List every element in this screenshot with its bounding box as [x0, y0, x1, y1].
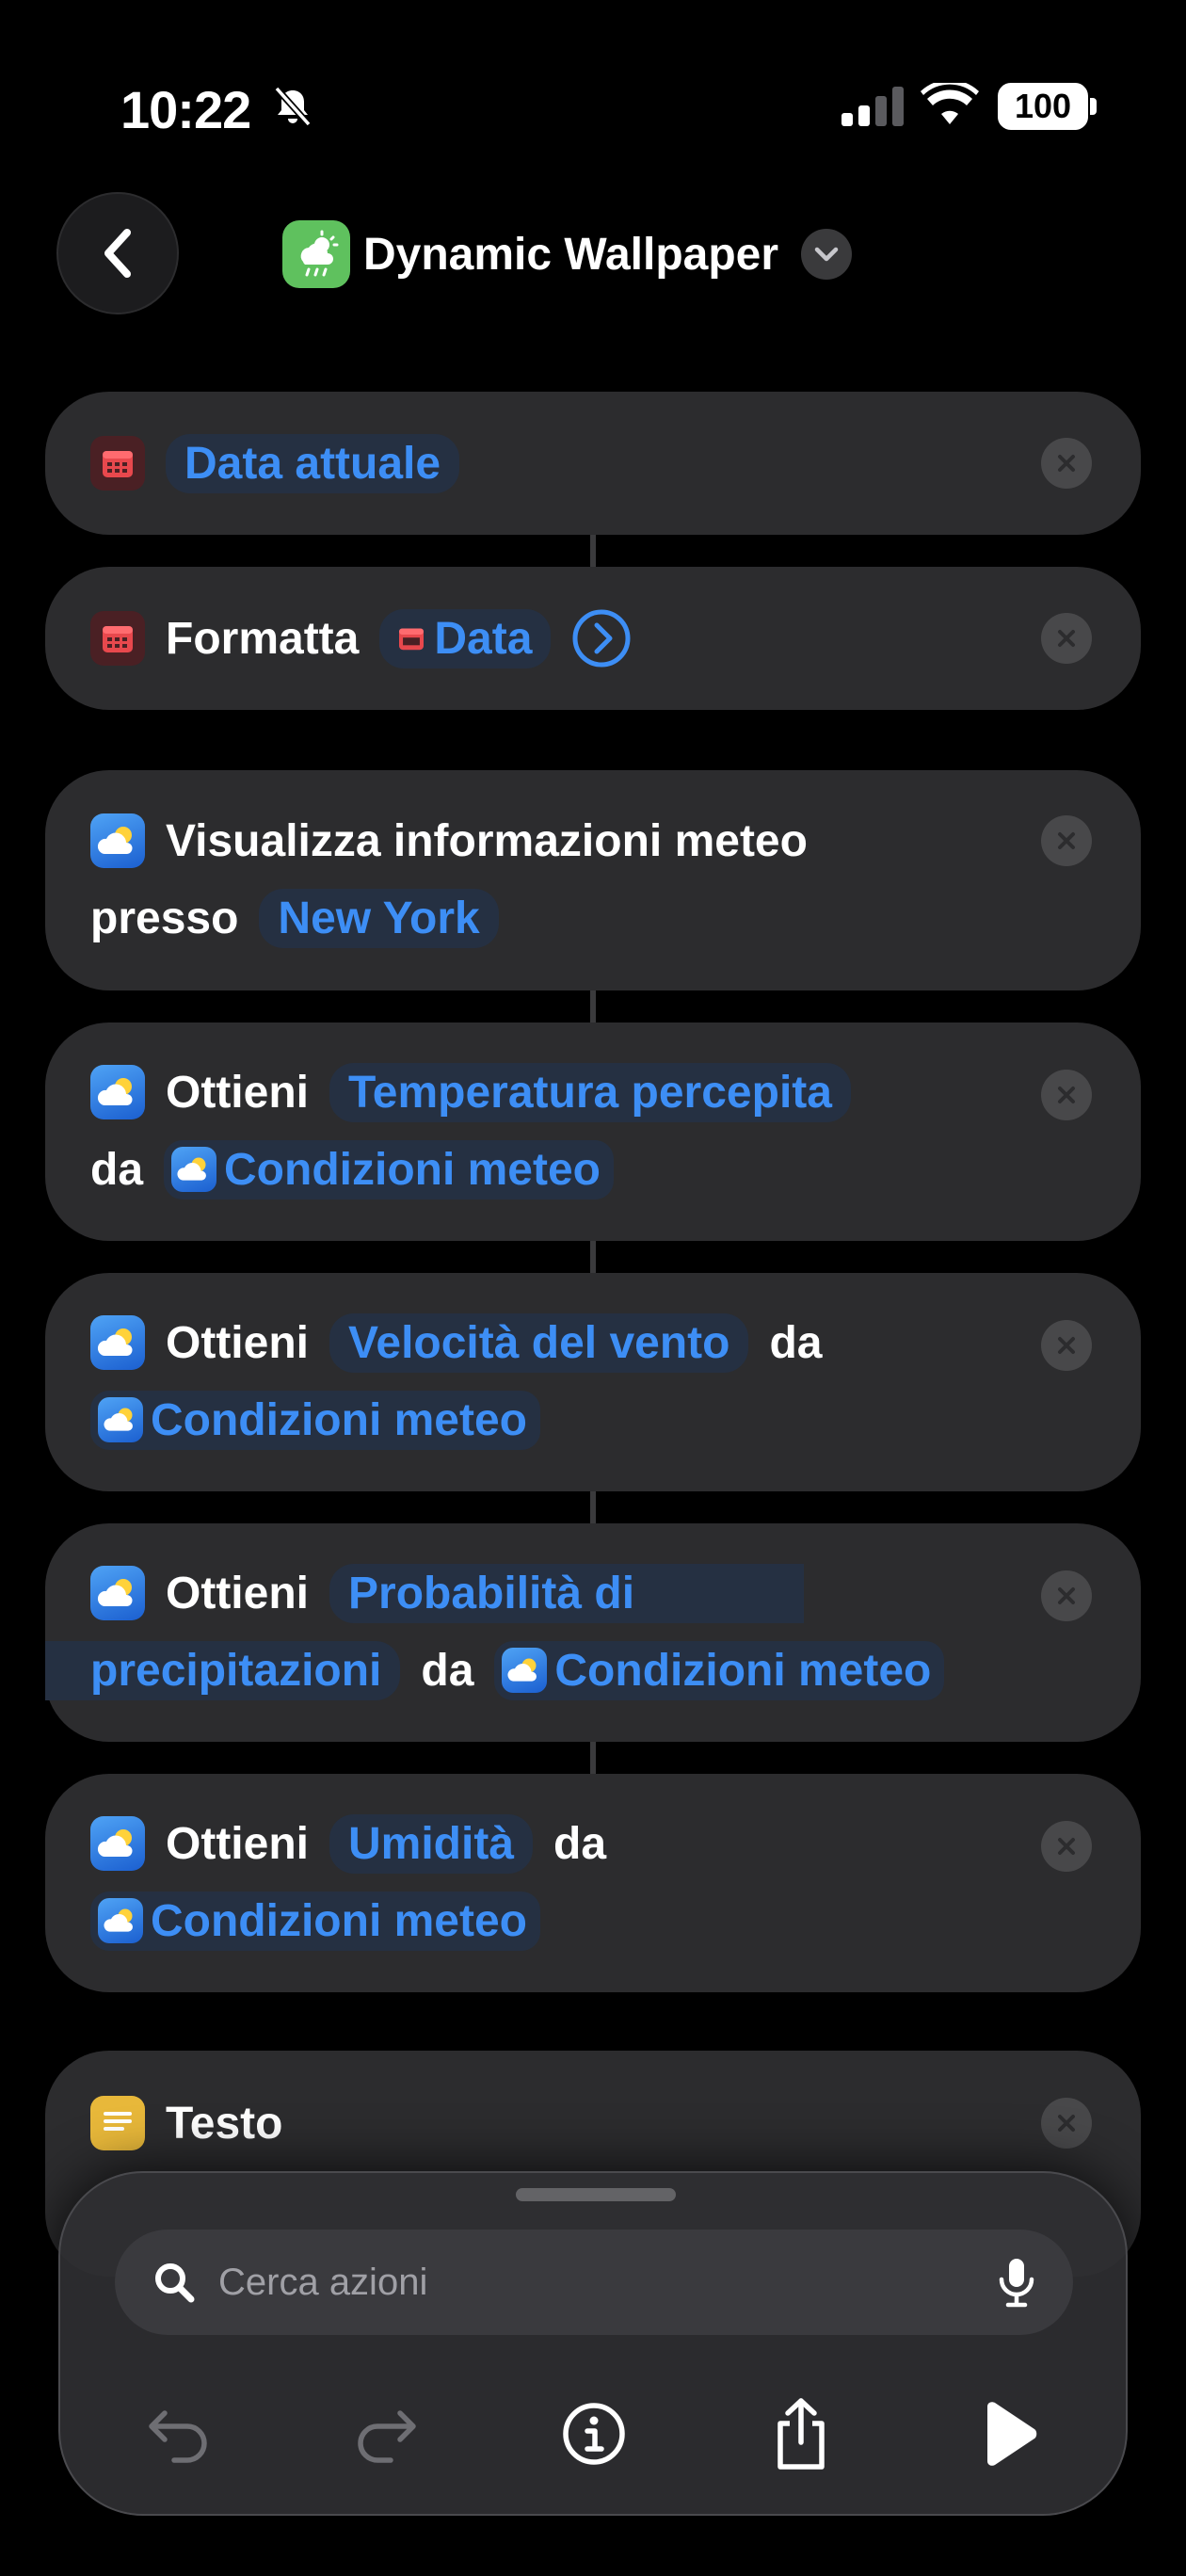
weather-conditions-token[interactable]: Condizioni meteo	[90, 1891, 540, 1951]
weather-conditions-label: Condizioni meteo	[224, 1144, 601, 1195]
play-icon	[987, 2402, 1037, 2466]
info-icon	[563, 2403, 625, 2465]
weather-icon	[282, 220, 350, 288]
sheet-grabber[interactable]	[516, 2188, 676, 2201]
close-icon[interactable]	[1041, 613, 1092, 664]
shortcut-title: Dynamic Wallpaper	[363, 229, 779, 280]
wifi-icon	[921, 83, 979, 124]
search-input[interactable]	[216, 2260, 998, 2305]
calendar-icon	[90, 436, 145, 491]
microphone-icon[interactable]	[998, 2257, 1035, 2308]
close-icon[interactable]	[1041, 438, 1092, 489]
battery-indicator: 100	[998, 83, 1088, 130]
chevron-left-icon	[104, 229, 131, 278]
property-token-line1[interactable]: Probabilità di	[329, 1563, 805, 1623]
partly-cloudy-icon	[98, 1397, 143, 1442]
weather-conditions-label: Condizioni meteo	[151, 1895, 527, 1946]
location-token[interactable]: New York	[259, 888, 499, 948]
partly-cloudy-icon	[90, 1315, 145, 1370]
close-icon[interactable]	[1041, 815, 1092, 866]
action-show-weather[interactable]: Visualizza informazioni meteo presso New…	[45, 770, 1141, 990]
action-text: Visualizza informazioni meteo	[166, 815, 808, 866]
weather-conditions-label: Condizioni meteo	[151, 1394, 527, 1445]
property-token-line2[interactable]: precipitazioni	[45, 1640, 401, 1700]
partly-cloudy-icon	[90, 1816, 145, 1871]
action-verb: Ottieni	[166, 1067, 309, 1118]
action-get-feels-like[interactable]: Ottieni Temperatura percepita da Condizi…	[45, 1022, 1141, 1241]
search-bar[interactable]	[115, 2230, 1073, 2335]
weather-conditions-token[interactable]: Condizioni meteo	[164, 1139, 614, 1199]
action-current-date[interactable]: Data attuale	[45, 392, 1141, 535]
weather-conditions-token[interactable]: Condizioni meteo	[90, 1390, 540, 1450]
action-preposition: presso	[90, 893, 239, 943]
undo-button[interactable]	[128, 2382, 232, 2486]
close-icon[interactable]	[1041, 1070, 1092, 1120]
connector-line	[590, 1241, 596, 1273]
action-get-humidity[interactable]: Ottieni Umidità da Condizioni meteo	[45, 1774, 1141, 1992]
cellular-signal-icon	[841, 87, 904, 126]
partly-cloudy-icon	[90, 1566, 145, 1620]
weather-conditions-token[interactable]: Condizioni meteo	[494, 1640, 945, 1700]
connector-line	[590, 1491, 596, 1523]
partly-cloudy-icon	[98, 1898, 143, 1943]
partly-cloudy-icon	[171, 1147, 217, 1192]
chevron-right-circle-icon[interactable]	[571, 608, 632, 668]
action-verb: Ottieni	[166, 1317, 309, 1368]
text-lines-icon	[90, 2096, 145, 2150]
search-icon	[155, 2263, 195, 2303]
calendar-icon	[399, 628, 425, 651]
partly-cloudy-icon	[90, 813, 145, 868]
partly-cloudy-icon	[90, 1065, 145, 1119]
current-date-token[interactable]: Data attuale	[166, 433, 460, 493]
action-verb: Formatta	[166, 613, 360, 664]
connector-line	[590, 535, 596, 567]
shortcut-title-menu[interactable]: Dynamic Wallpaper	[282, 220, 853, 288]
action-get-wind-speed[interactable]: Ottieni Velocità del vento da Condizioni…	[45, 1273, 1141, 1491]
weather-conditions-label: Condizioni meteo	[554, 1645, 932, 1696]
property-token[interactable]: Velocità del vento	[329, 1312, 749, 1373]
property-token[interactable]: Umidità	[329, 1813, 534, 1874]
run-button[interactable]	[956, 2382, 1060, 2486]
action-verb: Testo	[166, 2098, 283, 2149]
battery-cap	[1090, 98, 1097, 115]
date-variable-label: Data	[434, 613, 533, 664]
bell-muted-icon	[274, 86, 312, 127]
action-preposition: da	[553, 1818, 607, 1869]
action-format-date[interactable]: Formatta Data	[45, 567, 1141, 710]
action-get-precipitation[interactable]: Ottieni Probabilità di precipitazioni da…	[45, 1523, 1141, 1742]
share-icon	[777, 2398, 825, 2470]
property-token[interactable]: Temperatura percepita	[329, 1062, 851, 1122]
date-variable-token[interactable]: Data	[379, 608, 552, 668]
close-icon[interactable]	[1041, 1821, 1092, 1872]
info-button[interactable]	[542, 2382, 646, 2486]
action-preposition: da	[90, 1144, 144, 1195]
action-preposition: da	[421, 1645, 474, 1696]
connector-line	[590, 990, 596, 1022]
action-search-panel[interactable]	[58, 2171, 1128, 2516]
action-verb: Ottieni	[166, 1568, 309, 1618]
connector-line	[590, 1742, 596, 1774]
partly-cloudy-icon	[502, 1648, 548, 1693]
calendar-icon	[90, 611, 145, 666]
status-bar: 10:22 100	[0, 0, 1186, 217]
redo-button[interactable]	[333, 2382, 437, 2486]
status-time: 10:22	[120, 80, 251, 139]
action-verb: Ottieni	[166, 1818, 309, 1869]
close-icon[interactable]	[1041, 2098, 1092, 2149]
redo-icon	[358, 2410, 416, 2463]
chevron-down-icon[interactable]	[801, 229, 853, 280]
action-preposition: da	[769, 1317, 823, 1368]
undo-icon	[149, 2410, 207, 2463]
back-button[interactable]	[56, 192, 179, 314]
close-icon[interactable]	[1041, 1570, 1092, 1621]
share-button[interactable]	[749, 2382, 853, 2486]
close-icon[interactable]	[1041, 1320, 1092, 1371]
